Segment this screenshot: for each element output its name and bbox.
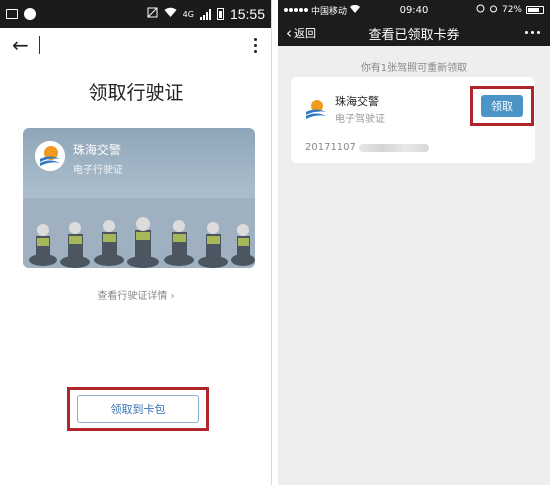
status-time: 15:55 xyxy=(229,6,265,22)
driving-license-card[interactable]: 珠海交警 电子行驶证 xyxy=(23,128,255,268)
back-button[interactable]: ‹ 返回 xyxy=(286,25,316,41)
image-icon xyxy=(6,9,18,19)
chevron-left-icon: ‹ xyxy=(286,24,292,42)
traffic-police-logo-icon xyxy=(35,141,65,171)
signal-icon xyxy=(199,8,211,20)
more-vertical-icon[interactable] xyxy=(254,38,257,53)
battery-icon xyxy=(216,8,224,20)
ios-screen: 中国移动 09:40 72% ‹ 返回 查看已领取卡券 你有1张驾照可重新领取 … xyxy=(278,0,550,485)
back-label: 返回 xyxy=(294,27,316,40)
driver-license-coupon[interactable]: 珠海交警 电子驾驶证 20171107 领取 xyxy=(291,77,535,163)
status-time: 09:40 xyxy=(399,4,429,16)
traffic-police-logo-icon xyxy=(303,96,329,122)
coupon-serial: 20171107 xyxy=(305,142,429,153)
page-title: 领取行驶证 xyxy=(88,82,184,104)
nav-bar: ‹ 返回 查看已领取卡券 xyxy=(278,20,550,46)
nav-title: 查看已领取卡券 xyxy=(368,27,460,43)
comparison-screenshot: 4G 15:55 ← 领取行驶证 珠海交警 电子行驶证 查看行驶证详情 › 领取… xyxy=(0,0,550,485)
app-toolbar: ← xyxy=(0,28,271,62)
highlight-box xyxy=(470,86,534,126)
toolbar-divider xyxy=(38,36,40,54)
coupon-org: 珠海交警 xyxy=(335,95,379,108)
card-org: 珠海交警 xyxy=(73,143,122,157)
police-riders-image xyxy=(23,198,255,268)
serial-prefix: 20171107 xyxy=(305,142,356,153)
view-license-details-link[interactable]: 查看行驶证详情 › xyxy=(0,287,272,302)
chat-icon xyxy=(24,8,36,20)
wifi-icon xyxy=(164,7,177,21)
android-screen: 4G 15:55 ← 领取行驶证 珠海交警 电子行驶证 查看行驶证详情 › 领取… xyxy=(0,0,272,485)
status-bar: 4G 15:55 xyxy=(0,0,271,28)
card-type: 电子行驶证 xyxy=(73,165,123,176)
coupon-type: 电子驾驶证 xyxy=(335,114,385,125)
status-bar: 中国移动 09:40 72% xyxy=(278,0,550,20)
back-arrow-icon[interactable]: ← xyxy=(12,33,29,57)
blurred-serial xyxy=(358,143,429,152)
network-type: 4G xyxy=(182,9,194,19)
more-horizontal-icon[interactable] xyxy=(525,31,540,34)
highlight-box xyxy=(67,387,209,431)
mute-icon xyxy=(147,7,158,21)
battery-icon xyxy=(526,6,544,14)
reclaim-hint: 你有1张驾照可重新领取 xyxy=(360,63,468,74)
